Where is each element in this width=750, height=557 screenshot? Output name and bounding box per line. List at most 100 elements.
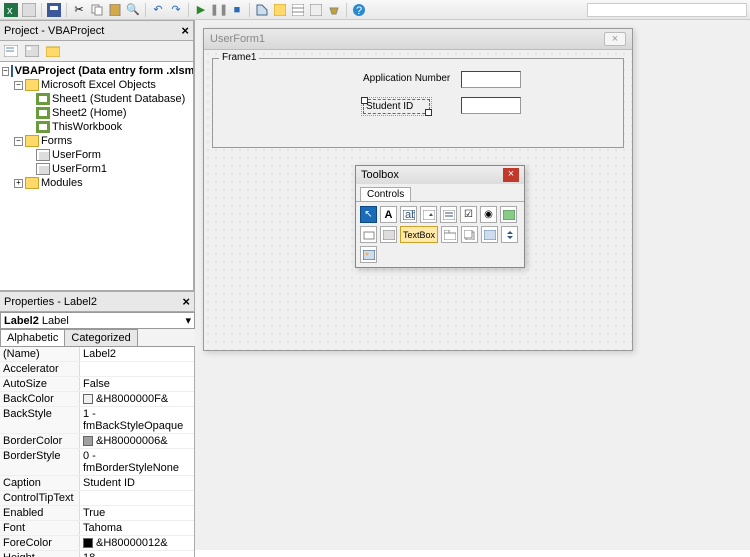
property-row[interactable]: BackColor&H8000000F& <box>0 392 194 407</box>
run-icon[interactable]: ▶ <box>193 2 209 18</box>
object-browser-icon[interactable] <box>308 2 324 18</box>
label-student-id[interactable]: Student ID <box>363 99 430 114</box>
tool-textbox-tooltip[interactable]: TextBox <box>400 226 438 243</box>
close-icon[interactable]: × <box>604 32 626 46</box>
tree-folder-excel-objects[interactable]: − Microsoft Excel Objects <box>0 78 193 92</box>
toolbox-tab-controls[interactable]: Controls <box>360 187 411 201</box>
property-value[interactable]: 1 - fmBackStyleOpaque <box>80 407 194 433</box>
tool-scrollbar[interactable] <box>481 226 498 243</box>
tool-textbox[interactable]: ab <box>400 206 417 223</box>
view-object-icon[interactable] <box>23 43 41 59</box>
break-icon[interactable]: ❚❚ <box>211 2 227 18</box>
tool-togglebutton[interactable] <box>500 206 517 223</box>
property-value[interactable]: Student ID <box>80 476 194 490</box>
tool-optionbutton[interactable]: ◉ <box>480 206 497 223</box>
property-value[interactable]: False <box>80 377 194 391</box>
property-value[interactable]: True <box>80 506 194 520</box>
label-application-number[interactable]: Application Number <box>363 73 450 84</box>
tree-item-thisworkbook[interactable]: ThisWorkbook <box>0 120 193 134</box>
insert-form-icon[interactable] <box>21 2 37 18</box>
userform-titlebar[interactable]: UserForm1 × <box>204 29 632 50</box>
tool-label[interactable]: A <box>380 206 397 223</box>
toolbox-icon[interactable] <box>326 2 342 18</box>
textbox-application-number[interactable] <box>461 71 521 88</box>
property-row[interactable]: FontTahoma <box>0 521 194 536</box>
tool-spinbutton[interactable] <box>501 226 518 243</box>
tree-project-root[interactable]: − VBAProject (Data entry form .xlsm) <box>0 64 193 78</box>
tool-tabstrip[interactable] <box>441 226 458 243</box>
tab-alphabetic[interactable]: Alphabetic <box>0 329 65 346</box>
collapse-icon[interactable]: − <box>14 81 23 90</box>
property-row[interactable]: Accelerator <box>0 362 194 377</box>
property-value[interactable]: Label2 <box>80 347 194 361</box>
object-selector[interactable]: Label2 Label ▾ <box>0 312 195 329</box>
find-icon[interactable]: 🔍 <box>125 2 141 18</box>
property-value[interactable]: Tahoma <box>80 521 194 535</box>
property-row[interactable]: (Name)Label2 <box>0 347 194 362</box>
reset-icon[interactable]: ■ <box>229 2 245 18</box>
property-value[interactable]: &H80000006& <box>80 434 194 448</box>
property-row[interactable]: BorderStyle0 - fmBorderStyleNone <box>0 449 194 476</box>
property-value[interactable]: 0 - fmBorderStyleNone <box>80 449 194 475</box>
textbox-student-id[interactable] <box>461 97 521 114</box>
save-icon[interactable] <box>46 2 62 18</box>
property-value[interactable]: &H80000012& <box>80 536 194 550</box>
expand-icon[interactable]: + <box>14 179 23 188</box>
property-row[interactable]: CaptionStudent ID <box>0 476 194 491</box>
property-row[interactable]: AutoSizeFalse <box>0 377 194 392</box>
help-icon[interactable]: ? <box>351 2 367 18</box>
tree-item-sheet2[interactable]: Sheet2 (Home) <box>0 106 193 120</box>
tool-combobox[interactable] <box>420 206 437 223</box>
tool-frame[interactable] <box>360 226 377 243</box>
excel-icon[interactable]: x <box>3 2 19 18</box>
toolbox-controls: ↖ A ab ☑ ◉ TextBox <box>356 201 524 267</box>
property-name: Enabled <box>0 506 80 520</box>
property-value[interactable]: 18 <box>80 551 194 557</box>
frame1[interactable]: Frame1 Application Number Student ID <box>212 58 624 148</box>
collapse-icon[interactable]: − <box>2 67 9 76</box>
property-value[interactable] <box>80 362 194 376</box>
close-icon[interactable]: × <box>182 294 190 309</box>
workbook-icon <box>36 121 50 133</box>
tool-pointer[interactable]: ↖ <box>360 206 377 223</box>
property-row[interactable]: ControlTipText <box>0 491 194 506</box>
toolbox-window[interactable]: Toolbox × Controls ↖ A ab ☑ ◉ TextBox <box>355 165 525 268</box>
collapse-icon[interactable]: − <box>14 137 23 146</box>
redo-icon[interactable]: ↷ <box>168 2 184 18</box>
close-icon[interactable]: × <box>181 23 189 38</box>
project-tree[interactable]: − VBAProject (Data entry form .xlsm) − M… <box>0 61 194 291</box>
tool-commandbutton[interactable] <box>380 226 397 243</box>
paste-icon[interactable] <box>107 2 123 18</box>
property-value[interactable]: &H8000000F& <box>80 392 194 406</box>
tool-listbox[interactable] <box>440 206 457 223</box>
project-explorer-icon[interactable] <box>272 2 288 18</box>
view-code-icon[interactable] <box>2 43 20 59</box>
tool-checkbox[interactable]: ☑ <box>460 206 477 223</box>
copy-icon[interactable] <box>89 2 105 18</box>
property-row[interactable]: Height18 <box>0 551 194 557</box>
close-icon[interactable]: × <box>503 168 519 182</box>
design-mode-icon[interactable] <box>254 2 270 18</box>
property-value[interactable] <box>80 491 194 505</box>
property-row[interactable]: EnabledTrue <box>0 506 194 521</box>
tree-folder-modules[interactable]: + Modules <box>0 176 193 190</box>
property-row[interactable]: BackStyle1 - fmBackStyleOpaque <box>0 407 194 434</box>
folder-toggle-icon[interactable] <box>44 43 62 59</box>
undo-icon[interactable]: ↶ <box>150 2 166 18</box>
tool-image[interactable] <box>360 246 377 263</box>
tree-folder-forms[interactable]: − Forms <box>0 134 193 148</box>
property-row[interactable]: ForeColor&H80000012& <box>0 536 194 551</box>
toolbox-titlebar[interactable]: Toolbox × <box>356 166 524 184</box>
tab-categorized[interactable]: Categorized <box>64 329 137 346</box>
tree-item-sheet1[interactable]: Sheet1 (Student Database) <box>0 92 193 106</box>
tool-multipage[interactable] <box>461 226 478 243</box>
property-name: Accelerator <box>0 362 80 376</box>
tree-item-userform[interactable]: UserForm <box>0 148 193 162</box>
properties-grid[interactable]: (Name)Label2AcceleratorAutoSizeFalseBack… <box>0 347 195 557</box>
properties-icon[interactable] <box>290 2 306 18</box>
project-explorer-title: Project - VBAProject <box>4 25 104 37</box>
property-row[interactable]: BorderColor&H80000006& <box>0 434 194 449</box>
tree-item-userform1[interactable]: UserForm1 <box>0 162 193 176</box>
sheet-icon <box>36 107 50 119</box>
cut-icon[interactable]: ✂ <box>71 2 87 18</box>
